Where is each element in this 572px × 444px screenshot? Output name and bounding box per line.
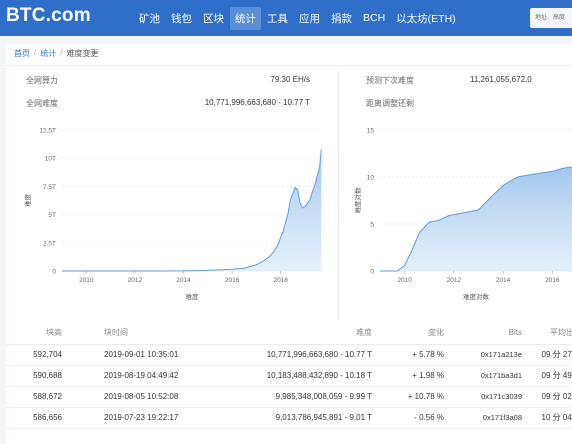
breadcrumb-separator: / xyxy=(34,48,37,57)
breadcrumb-home[interactable]: 首页 xyxy=(14,48,30,59)
block-time: 2019-09-01 10:35:01 xyxy=(96,344,216,366)
table-row: 592,704 2019-09-01 10:35:01 10,771,996,6… xyxy=(6,344,572,366)
x-tick-label: 2010 xyxy=(397,277,412,284)
nav-item-5[interactable]: 应用 xyxy=(294,7,325,30)
adjust-remaining-label: 距离调整还剩 xyxy=(366,99,414,108)
nav-item-7[interactable]: BCH xyxy=(358,8,390,28)
next-difficulty-label: 预测下次难度 xyxy=(366,76,414,85)
nav-item-1[interactable]: 钱包 xyxy=(166,7,197,30)
table-row: 588,672 2019-08-05 10:52:08 9,985,348,00… xyxy=(6,386,572,408)
difficulty-table: 块高 块时间 难度 变化 Bits 平均出块 592,704 2019-09-0… xyxy=(6,322,572,429)
block-difficulty: 10,771,996,663,680 - 10.77 T xyxy=(216,344,372,366)
block-height-link[interactable]: 588,672 xyxy=(6,386,96,408)
col-header-height: 块高 xyxy=(6,322,96,345)
avg-block-time: 09 分 02 秒 xyxy=(522,386,572,408)
difficulty-label: 全网难度 xyxy=(26,99,58,108)
top-navbar: BTC.com 矿池 钱包 区块 统计 工具 应用 捐款 BCH 以太坊(ETH) xyxy=(0,0,572,36)
y-tick-label: 15 xyxy=(367,128,375,135)
table-header-row: 块高 块时间 难度 变化 Bits 平均出块 xyxy=(6,322,572,345)
x-axis-label: 难度 xyxy=(186,292,200,301)
block-bits: 0x171f3a08 xyxy=(444,407,522,429)
block-time: 2019-08-19 04:49:42 xyxy=(96,365,216,387)
breadcrumb-stats[interactable]: 统计 xyxy=(40,48,56,59)
x-tick-label: 2014 xyxy=(496,277,511,284)
difficulty-chart: 0 2.5T 5T 7.5T 10T 12.5T 2010 2012 2014 2016 2018 难… xyxy=(23,128,322,301)
next-difficulty-value: 11,261,055,672,0 xyxy=(470,75,532,84)
x-axis-label: 难度对数 xyxy=(463,292,490,301)
block-difficulty: 9,985,348,008,059 - 9.99 T xyxy=(216,386,372,408)
y-axis-label: 难度 xyxy=(23,194,32,208)
hashrate-label: 全网算力 xyxy=(26,76,58,85)
breadcrumb: 首页 / 统计 / 难度变更 xyxy=(14,48,98,59)
y-tick-label: 5T xyxy=(48,212,56,219)
area-fill xyxy=(62,149,322,271)
x-tick-label: 2018 xyxy=(273,277,288,284)
y-tick-label: 2.5T xyxy=(43,240,56,247)
x-tick-label: 2012 xyxy=(128,277,143,284)
y-tick-label: 0 xyxy=(370,269,374,276)
block-height-link[interactable]: 590,688 xyxy=(6,365,96,387)
difficulty-change: + 1.98 % xyxy=(372,365,444,387)
nav-item-3[interactable]: 统计 xyxy=(230,6,261,30)
block-bits: 0x171c3039 xyxy=(444,386,522,408)
block-bits: 0x171ba3d1 xyxy=(444,365,522,387)
search-input[interactable] xyxy=(530,8,572,28)
y-tick-label: 0 xyxy=(52,269,56,276)
avg-block-time: 10 分 04 秒 xyxy=(522,407,572,429)
avg-block-time: 09 分 49 秒 xyxy=(522,365,572,387)
y-tick-label: 12.5T xyxy=(39,128,56,135)
col-header-change: 变化 xyxy=(372,322,444,345)
breadcrumb-current: 难度变更 xyxy=(66,49,99,58)
log-difficulty-chart: 0510152010 2012 2014 2016难度对数难度对数 xyxy=(353,128,572,301)
block-bits: 0x171a213e xyxy=(444,344,522,366)
block-height-link[interactable]: 586,656 xyxy=(6,407,96,429)
difficulty-change: - 0.56 % xyxy=(372,407,444,429)
x-tick-label: 2012 xyxy=(447,277,462,284)
x-tick-label: 2016 xyxy=(225,277,240,284)
hashrate-value: 79.30 EH/s xyxy=(270,75,310,84)
table-row: 590,688 2019-08-19 04:49:42 10,183,488,4… xyxy=(6,365,572,387)
x-tick-label: 2010 xyxy=(79,277,94,284)
avg-block-time: 09 分 27 秒 xyxy=(522,344,572,366)
x-tick-label: 2014 xyxy=(176,277,191,284)
table-row: 586,656 2019-07-23 19:22:17 9,013,786,94… xyxy=(6,407,572,429)
y-tick-label: 10 xyxy=(367,175,375,182)
difficulty-value: 10,771,996,663,680 - 10.77 T xyxy=(204,98,310,107)
y-tick-label: 10T xyxy=(45,156,56,163)
area-fill xyxy=(380,166,572,271)
x-tick-label: 2016 xyxy=(545,277,560,284)
col-header-time: 块时间 xyxy=(96,322,216,345)
block-difficulty: 10,183,488,432,890 - 10.18 T xyxy=(216,365,372,387)
col-header-bits: Bits xyxy=(444,322,522,345)
nav-item-6[interactable]: 捐款 xyxy=(326,7,357,30)
col-header-avg: 平均出块 xyxy=(522,322,572,345)
column-divider xyxy=(338,70,339,320)
y-tick-label: 5 xyxy=(370,222,374,229)
breadcrumb-separator: / xyxy=(60,48,63,57)
block-time: 2019-07-23 19:22:17 xyxy=(96,407,216,429)
nav-item-4[interactable]: 工具 xyxy=(262,7,293,30)
col-header-difficulty: 难度 xyxy=(216,322,372,345)
difficulty-change: + 5.78 % xyxy=(372,344,444,366)
nav-item-2[interactable]: 区块 xyxy=(198,7,229,30)
site-logo[interactable]: BTC.com xyxy=(6,5,91,27)
main-nav: 矿池 钱包 区块 统计 工具 应用 捐款 BCH 以太坊(ETH) xyxy=(134,0,462,36)
difficulty-change: + 10.78 % xyxy=(372,386,444,408)
block-time: 2019-08-05 10:52:08 xyxy=(96,386,216,408)
nav-item-0[interactable]: 矿池 xyxy=(134,7,165,30)
y-axis-label: 难度对数 xyxy=(353,187,362,214)
block-height-link[interactable]: 592,704 xyxy=(6,344,96,366)
nav-item-8[interactable]: 以太坊(ETH) xyxy=(391,7,461,30)
y-tick-label: 7.5T xyxy=(43,184,56,191)
breadcrumb-divider xyxy=(6,65,572,66)
block-difficulty: 9,013,786,945,891 - 9.01 T xyxy=(216,407,372,429)
